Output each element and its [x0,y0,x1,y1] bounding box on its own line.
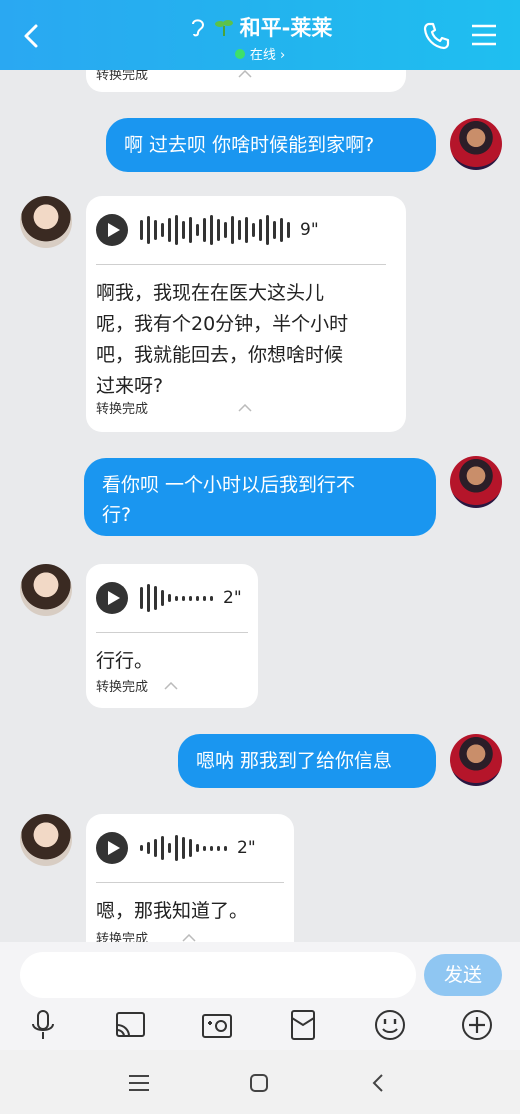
collapse-caret-icon[interactable] [182,934,196,942]
text-message-outgoing[interactable]: 嗯呐 那我到了给你信息 [178,734,436,788]
voice-duration: 9" [300,220,319,240]
convert-status: 转换完成 [96,932,149,942]
chat-toolbar [0,1004,520,1050]
voice-message-incoming[interactable]: 9" 啊我，我现在在医大这头儿 呢，我有个20分钟，半个小时 吧，我就能回去，你… [86,196,406,432]
my-avatar[interactable] [450,734,502,786]
message-text-line: 行? [102,504,132,526]
message-text: 啊 过去呗 你啥时候能到家啊? [124,134,375,156]
message-text-line: 看你呗 一个小时以后我到行不 [102,474,356,496]
divider [96,264,386,265]
online-dot-icon [234,48,245,59]
voice-duration: 2" [223,588,242,608]
voice-message-partial[interactable]: 转换完成 [86,70,406,92]
contact-name: 和平-莱莱 [239,16,333,40]
waveform-icon [140,584,213,612]
red-packet-icon[interactable] [286,1008,320,1042]
voice-transcript: 行行。 [96,650,154,672]
convert-status: 转换完成 [96,70,149,83]
send-button[interactable]: 发送 [424,954,502,996]
my-avatar[interactable] [450,118,502,170]
message-input[interactable] [20,952,416,998]
waveform-icon [140,215,290,245]
waveform-icon [140,835,227,861]
image-icon[interactable] [200,1008,234,1042]
voice-transcript: 啊我，我现在在医大这头儿 呢，我有个20分钟，半个小时 吧，我就能回去，你想啥时… [96,282,349,397]
contact-avatar[interactable] [20,814,72,866]
convert-status: 转换完成 [96,402,149,417]
play-icon[interactable] [96,582,128,614]
voice-transcript: 嗯，那我知道了。 [96,900,249,922]
text-message-outgoing[interactable]: 看你呗 一个小时以后我到行不 行? [84,458,436,536]
mic-icon[interactable] [26,1008,60,1042]
message-text: 嗯呐 那我到了给你信息 [196,750,393,772]
collapse-caret-icon[interactable] [164,682,178,690]
play-icon[interactable] [96,832,128,864]
contact-avatar[interactable] [20,196,72,248]
collapse-caret-icon[interactable] [238,70,252,78]
divider [96,882,284,883]
recent-apps-icon[interactable] [124,1068,154,1098]
divider [96,632,248,633]
voice-message-incoming[interactable]: 2" 行行。 转换完成 [86,564,258,708]
text-message-outgoing[interactable]: 啊 过去呗 你啥时候能到家啊? [106,118,436,172]
cast-icon[interactable] [113,1008,147,1042]
menu-icon[interactable] [470,22,498,48]
sprout-icon [214,20,233,36]
chat-header: 和平-莱莱 在线 › [0,0,520,70]
ear-icon [191,19,204,37]
emoji-icon[interactable] [373,1008,407,1042]
convert-status: 转换完成 [96,680,149,695]
play-icon[interactable] [96,214,128,246]
phone-icon[interactable] [422,20,452,52]
my-avatar[interactable] [450,456,502,508]
input-bar: 发送 [0,942,520,1004]
home-icon[interactable] [244,1068,274,1098]
system-nav-bar [0,1050,520,1114]
voice-message-incoming[interactable]: 2" 嗯，那我知道了。 转换完成 [86,814,294,942]
voice-duration: 2" [237,838,256,858]
back-icon[interactable] [364,1068,394,1098]
message-list[interactable]: 转换完成 啊 过去呗 你啥时候能到家啊? 9" 啊我，我现在在医大这头儿 呢，我… [0,70,520,942]
contact-avatar[interactable] [20,564,72,616]
online-status-label: 在线 › [249,48,286,63]
plus-icon[interactable] [460,1008,494,1042]
collapse-caret-icon[interactable] [238,404,252,412]
